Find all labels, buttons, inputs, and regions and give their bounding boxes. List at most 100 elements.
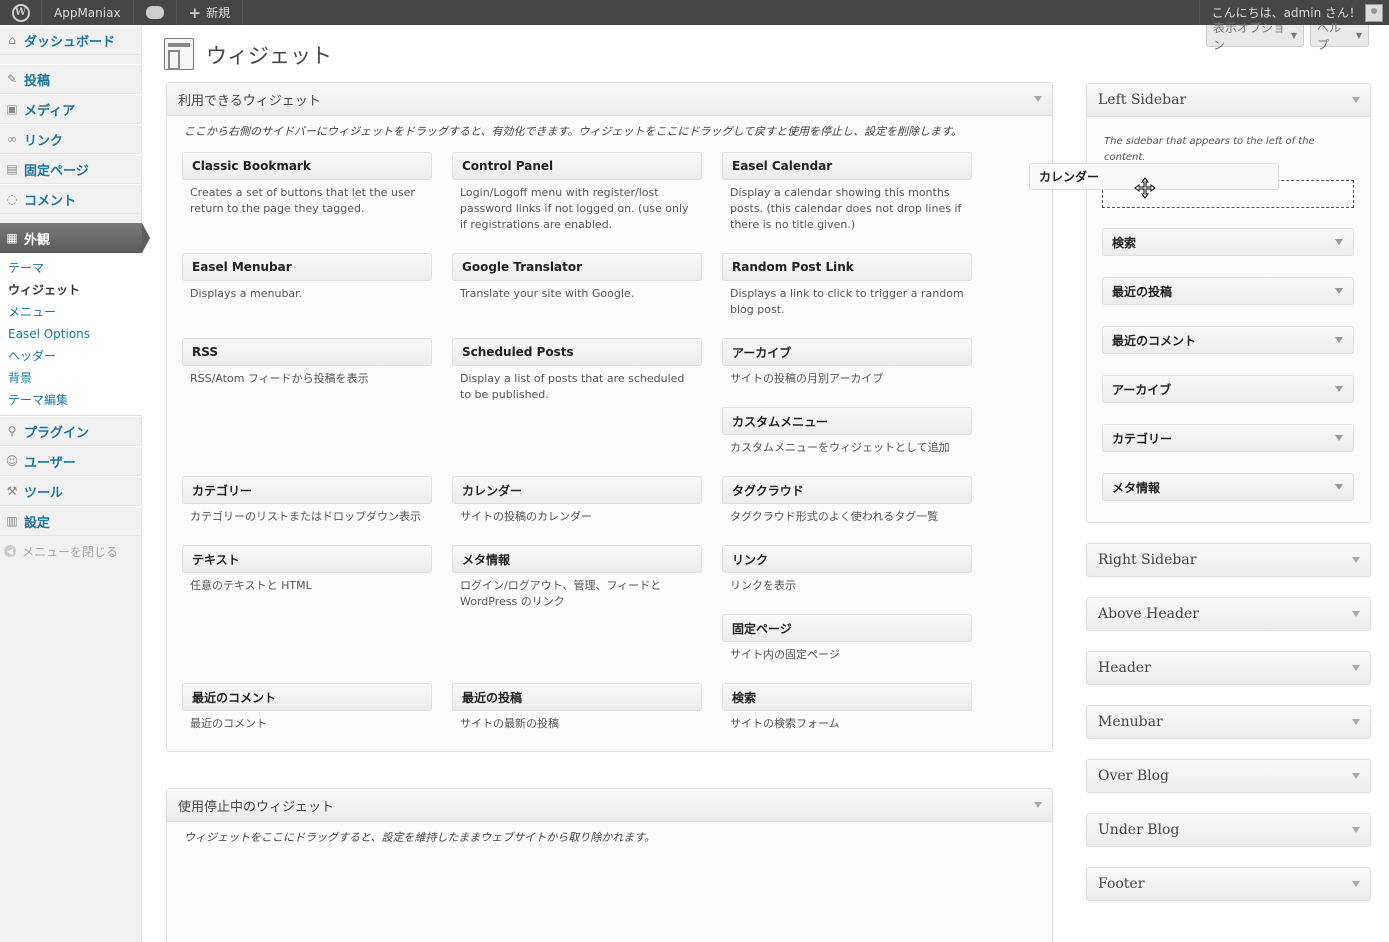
toggle-arrow-icon[interactable] <box>1034 96 1042 102</box>
sidebar-under-blog[interactable]: Under Blog <box>1086 813 1371 847</box>
submenu-item-background[interactable]: 背景 <box>0 367 142 389</box>
widget-google-translator[interactable]: Google Translator Translate your site wit… <box>452 253 702 302</box>
available-widgets-header[interactable]: 利用できるウィジェット <box>167 83 1052 116</box>
submenu-item-header[interactable]: ヘッダー <box>0 345 142 367</box>
submenu-item-theme-editor[interactable]: テーマ編集 <box>0 389 142 411</box>
widget-custom-menu[interactable]: カスタムメニュー カスタムメニューをウィジェットとして追加 <box>722 407 972 456</box>
widget-title[interactable]: メタ情報 <box>452 545 702 573</box>
widget-title[interactable]: Google Translator <box>452 253 702 281</box>
widget-calendar[interactable]: カレンダー サイトの投稿のカレンダー <box>452 476 702 525</box>
widget-search[interactable]: 検索 サイトの検索フォーム <box>722 683 972 732</box>
toggle-arrow-icon[interactable] <box>1352 719 1360 725</box>
menu-item-settings[interactable]: ▥ 設定 <box>0 506 142 536</box>
sidebar-right-sidebar[interactable]: Right Sidebar <box>1086 543 1371 577</box>
sidebar-menubar[interactable]: Menubar <box>1086 705 1371 739</box>
toggle-arrow-icon[interactable] <box>1352 665 1360 671</box>
widget-title[interactable]: カレンダー <box>452 476 702 504</box>
toggle-arrow-icon[interactable] <box>1335 288 1343 294</box>
menu-item-posts[interactable]: ✎ 投稿 <box>0 64 142 94</box>
toggle-arrow-icon[interactable] <box>1352 557 1360 563</box>
inactive-widgets-panel[interactable]: 使用停止中のウィジェット ウィジェットをここにドラッグすると、設定を維持したまま… <box>166 788 1053 942</box>
widget-title[interactable]: テキスト <box>182 545 432 573</box>
widget-text[interactable]: テキスト 任意のテキストと HTML <box>182 545 432 594</box>
new-content-link[interactable]: + 新規 <box>177 0 244 25</box>
sidebar-widget-meta[interactable]: メタ情報 <box>1102 473 1354 501</box>
toggle-arrow-icon[interactable] <box>1335 239 1343 245</box>
collapse-menu-button[interactable]: ◀ メニューを閉じる <box>0 536 150 566</box>
widget-title[interactable]: アーカイブ <box>722 338 972 366</box>
inactive-widgets-header[interactable]: 使用停止中のウィジェット <box>167 789 1052 822</box>
menu-item-comments[interactable]: ◌ コメント <box>0 184 142 214</box>
widget-title[interactable]: Classic Bookmark <box>182 152 432 180</box>
widget-title[interactable]: RSS <box>182 338 432 366</box>
screen-options-button[interactable]: 表示オプション ▼ <box>1206 21 1304 52</box>
sidebar-header[interactable]: Header <box>1086 651 1371 685</box>
submenu-item-themes[interactable]: テーマ <box>0 257 142 279</box>
toggle-arrow-icon[interactable] <box>1335 386 1343 392</box>
toggle-arrow-icon[interactable] <box>1352 827 1360 833</box>
widget-pages[interactable]: 固定ページ サイト内の固定ページ <box>722 614 972 663</box>
widget-tag-cloud[interactable]: タグクラウド タグクラウド形式のよく使われるタグ一覧 <box>722 476 972 525</box>
sidebar-widget-categories[interactable]: カテゴリー <box>1102 424 1354 452</box>
widget-title[interactable]: カスタムメニュー <box>722 407 972 435</box>
menu-item-appearance[interactable]: ▦ 外観 <box>0 223 150 253</box>
widget-title[interactable]: Easel Menubar <box>182 253 432 281</box>
toggle-arrow-icon[interactable] <box>1034 802 1042 808</box>
widget-title[interactable]: Random Post Link <box>722 253 972 281</box>
help-button[interactable]: ヘルプ ▼ <box>1310 21 1369 52</box>
widget-categories[interactable]: カテゴリー カテゴリーのリストまたはドロップダウン表示 <box>182 476 432 525</box>
widget-title[interactable]: 固定ページ <box>722 614 972 642</box>
toggle-arrow-icon[interactable] <box>1335 435 1343 441</box>
menu-item-users[interactable]: ☺ ユーザー <box>0 446 142 476</box>
left-sidebar-header[interactable]: Left Sidebar <box>1087 84 1370 117</box>
widget-control-panel[interactable]: Control Panel Login/Logoff menu with regi… <box>452 152 702 233</box>
submenu-item-widgets[interactable]: ウィジェット <box>0 279 142 301</box>
widget-scheduled-posts[interactable]: Scheduled Posts Display a list of posts t… <box>452 338 702 403</box>
toggle-arrow-icon[interactable] <box>1335 337 1343 343</box>
sidebar-widget-recent-posts[interactable]: 最近の投稿 <box>1102 277 1354 305</box>
sidebar-widget-search[interactable]: 検索 <box>1102 228 1354 256</box>
widget-title[interactable]: リンク <box>722 545 972 573</box>
sidebar-footer[interactable]: Footer <box>1086 867 1371 901</box>
widget-easel-calendar[interactable]: Easel Calendar Display a calendar showing… <box>722 152 972 233</box>
menu-item-links[interactable]: ∞ リンク <box>0 124 142 154</box>
sidebar-title: Footer <box>1098 876 1145 892</box>
widget-recent-comments[interactable]: 最近のコメント 最近のコメント <box>182 683 432 732</box>
submenu-item-easel-options[interactable]: Easel Options <box>0 323 142 345</box>
wordpress-logo-icon[interactable]: W <box>0 0 42 25</box>
toggle-arrow-icon[interactable] <box>1335 484 1343 490</box>
toggle-arrow-icon[interactable] <box>1352 611 1360 617</box>
widget-rss[interactable]: RSS RSS/Atom フィードから投稿を表示 <box>182 338 432 387</box>
widget-links[interactable]: リンク リンクを表示 <box>722 545 972 594</box>
widget-meta[interactable]: メタ情報 ログイン/ログアウト、管理、フィードと WordPress のリンク <box>452 545 702 610</box>
sidebar-over-blog[interactable]: Over Blog <box>1086 759 1371 793</box>
sidebar-widget-archives[interactable]: アーカイブ <box>1102 375 1354 403</box>
menu-label: 固定ページ <box>24 163 89 179</box>
menu-item-plugins[interactable]: ⚲ プラグイン <box>0 416 142 446</box>
widget-title[interactable]: タグクラウド <box>722 476 972 504</box>
comments-link[interactable] <box>134 0 177 25</box>
site-name-link[interactable]: AppManiax <box>42 0 134 25</box>
submenu-item-menus[interactable]: メニュー <box>0 301 142 323</box>
widget-title[interactable]: Scheduled Posts <box>452 338 702 366</box>
widget-title[interactable]: 最近のコメント <box>182 683 432 711</box>
widget-archives[interactable]: アーカイブ サイトの投稿の月別アーカイブ <box>722 338 972 387</box>
widget-recent-posts[interactable]: 最近の投稿 サイトの最新の投稿 <box>452 683 702 732</box>
widget-easel-menubar[interactable]: Easel Menubar Displays a menubar. <box>182 253 432 302</box>
widget-title[interactable]: カテゴリー <box>182 476 432 504</box>
widget-title[interactable]: Control Panel <box>452 152 702 180</box>
menu-item-tools[interactable]: ⚒ ツール <box>0 476 142 506</box>
sidebar-above-header[interactable]: Above Header <box>1086 597 1371 631</box>
widget-random-post-link[interactable]: Random Post Link Displays a link to click… <box>722 253 972 318</box>
widget-title[interactable]: Easel Calendar <box>722 152 972 180</box>
menu-item-dashboard[interactable]: ⌂ ダッシュボード <box>0 25 142 55</box>
toggle-arrow-icon[interactable] <box>1352 773 1360 779</box>
toggle-arrow-icon[interactable] <box>1352 881 1360 887</box>
menu-item-pages[interactable]: ▤ 固定ページ <box>0 154 142 184</box>
widget-classic-bookmark[interactable]: Classic Bookmark Creates a set of buttons… <box>182 152 432 217</box>
widget-title[interactable]: 検索 <box>722 683 972 711</box>
widget-title[interactable]: 最近の投稿 <box>452 683 702 711</box>
menu-item-media[interactable]: ▣ メディア <box>0 94 142 124</box>
toggle-arrow-icon[interactable] <box>1352 97 1360 103</box>
sidebar-widget-recent-comments[interactable]: 最近のコメント <box>1102 326 1354 354</box>
